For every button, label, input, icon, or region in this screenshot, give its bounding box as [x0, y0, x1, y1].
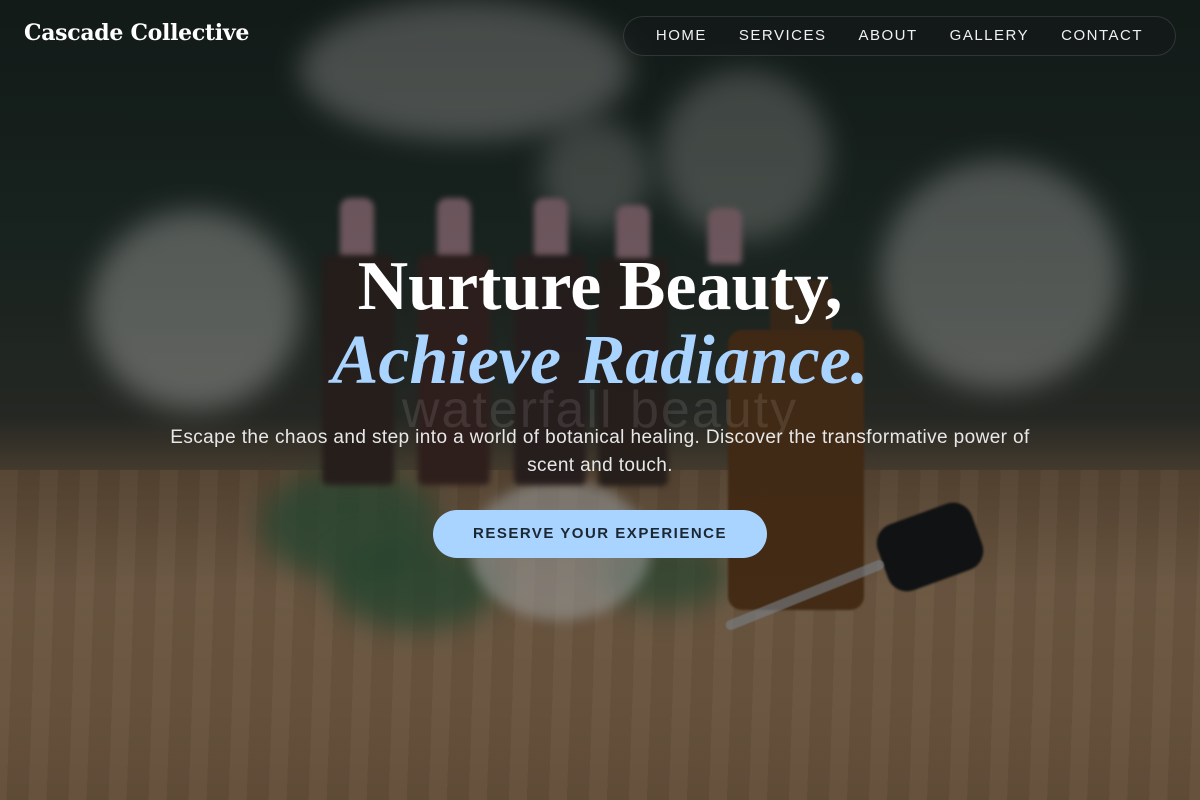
reserve-experience-button[interactable]: RESERVE YOUR EXPERIENCE	[432, 510, 767, 558]
main-nav: HOME SERVICES ABOUT GALLERY CONTACT	[622, 16, 1176, 56]
nav-item-home[interactable]: HOME	[640, 17, 723, 55]
nav-item-contact[interactable]: CONTACT	[1045, 17, 1159, 55]
hero-headline-line2: Achieve Radiance.	[331, 322, 869, 399]
nav-item-gallery[interactable]: GALLERY	[934, 17, 1045, 55]
hero-subtitle: Escape the chaos and step into a world o…	[170, 427, 1030, 476]
nav-item-services[interactable]: SERVICES	[723, 17, 843, 55]
brand-logo[interactable]: Cascade Collective	[24, 20, 249, 46]
hero-section: Nurture Beauty, Achieve Radiance. Escape…	[0, 250, 1200, 558]
hero-headline-line1: Nurture Beauty,	[357, 248, 843, 325]
nav-item-about[interactable]: ABOUT	[842, 17, 933, 55]
